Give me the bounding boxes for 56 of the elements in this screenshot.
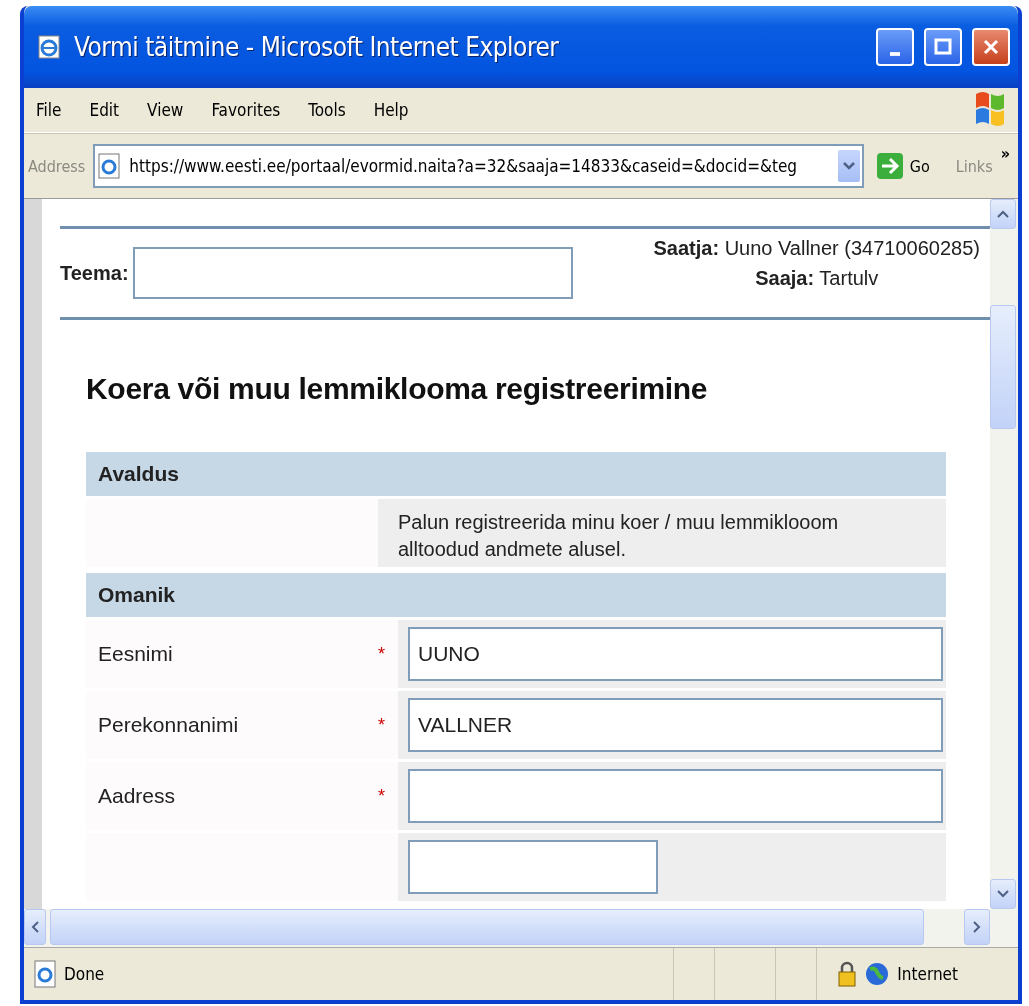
sender-label: Saatja: bbox=[653, 237, 720, 259]
input-field[interactable] bbox=[408, 769, 943, 823]
globe-icon bbox=[865, 962, 890, 986]
scroll-right-button[interactable] bbox=[964, 909, 990, 945]
input-field[interactable] bbox=[408, 840, 658, 894]
minimize-icon bbox=[890, 52, 900, 56]
dropdown-button[interactable] bbox=[837, 150, 860, 182]
more-chevron[interactable]: » bbox=[1000, 144, 1010, 163]
subject-label: Teema: bbox=[60, 261, 129, 285]
section-header: Omanik bbox=[86, 573, 946, 617]
caret-icon bbox=[842, 161, 855, 171]
scroll-thumb[interactable] bbox=[990, 305, 1016, 429]
scroll-down-button[interactable] bbox=[990, 879, 1016, 909]
horizontal-scrollbar[interactable] bbox=[24, 909, 1018, 947]
scroll-up-button[interactable] bbox=[990, 199, 1016, 229]
address-field[interactable]: https://www.eesti.ee/portaal/evormid.naita?a=32&saaja=14833&caseid=&docid=&teg bbox=[93, 144, 864, 188]
scroll-left-button[interactable] bbox=[24, 909, 46, 945]
subject-field[interactable] bbox=[132, 247, 573, 299]
caret-up-icon bbox=[997, 210, 1009, 218]
input-field[interactable]: VALLNER bbox=[408, 698, 943, 752]
lock-icon bbox=[837, 961, 858, 987]
field-label: Perekonnanimi bbox=[97, 713, 240, 737]
required-mark: * bbox=[378, 643, 385, 664]
menu-item[interactable]: Tools bbox=[306, 98, 348, 122]
input-field[interactable]: UUNO bbox=[408, 627, 943, 681]
maximize-button[interactable] bbox=[924, 28, 962, 66]
menu-item[interactable]: View bbox=[145, 98, 186, 122]
close-icon bbox=[981, 37, 1001, 57]
caret-down-icon bbox=[997, 890, 1009, 898]
section-header: Avaldus bbox=[86, 452, 946, 496]
statement-text: Palun registreerida minu koer / muu lemmiklooom alltoodud andmete alusel. bbox=[378, 499, 946, 567]
recipient-label: Saaja: bbox=[755, 267, 815, 289]
window-title: Vormi täitmine - Microsoft Internet Explorer bbox=[74, 32, 560, 62]
form-heading: Koera või muu lemmiklooma registreerimine bbox=[86, 372, 709, 406]
caret-right-icon bbox=[973, 921, 981, 933]
required-mark: * bbox=[378, 714, 385, 735]
menu-item[interactable]: Help bbox=[371, 98, 411, 122]
status-text: Done bbox=[64, 964, 106, 984]
menu-item[interactable]: Edit bbox=[87, 98, 122, 122]
menu-item[interactable]: File bbox=[34, 98, 64, 122]
address-label: Address bbox=[28, 156, 86, 176]
close-button[interactable] bbox=[972, 28, 1010, 66]
menu-item[interactable]: Favorites bbox=[209, 98, 283, 122]
recipient-value: Tartulv bbox=[819, 267, 879, 289]
caret-left-icon bbox=[31, 921, 39, 933]
required-mark: * bbox=[378, 785, 385, 806]
scroll-thumb[interactable] bbox=[50, 909, 924, 945]
flag-logo-icon bbox=[974, 90, 1006, 126]
field-label: Aadress bbox=[97, 784, 177, 808]
go-button[interactable]: Go bbox=[871, 150, 934, 182]
vertical-scrollbar[interactable] bbox=[990, 199, 1018, 909]
maximize-icon bbox=[933, 37, 953, 57]
sender-value: Uuno Vallner (34710060285) bbox=[724, 237, 980, 259]
field-label: Eesnimi bbox=[97, 642, 174, 666]
zone-text: Internet bbox=[897, 964, 958, 984]
minimize-button[interactable] bbox=[876, 28, 914, 66]
